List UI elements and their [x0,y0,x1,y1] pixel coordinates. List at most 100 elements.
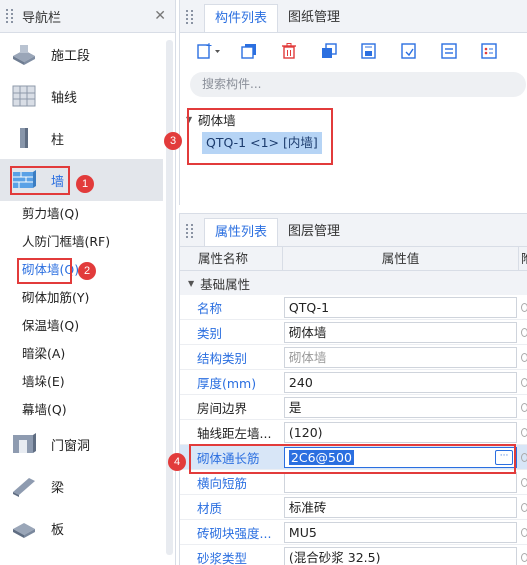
attach-checkbox[interactable] [521,402,527,412]
property-value-input[interactable]: MU5 [283,521,518,543]
axis-grid-icon [11,84,37,108]
attach-checkbox[interactable] [521,327,527,337]
property-group-basic[interactable]: ▼ 基础属性 [180,271,527,295]
delete-icon[interactable] [274,40,304,62]
construction-stage-icon [11,42,37,66]
property-value-input[interactable]: 是 [283,396,518,418]
property-row-axis-offset: 轴线距左墙... (120) [180,420,527,445]
property-value-input[interactable]: (120) [283,421,518,443]
drag-handle-icon[interactable] [6,9,14,23]
property-row-thickness: 厚度(mm) 240 [180,370,527,395]
annotation-box-rebar-row [189,444,516,474]
tab-drawing-management[interactable]: 图纸管理 [278,4,350,32]
column-header-name: 属性名称 [180,247,283,270]
sub-item-hidden-beam[interactable]: 暗梁(A) [22,344,65,364]
nav-item-label: 板 [51,522,65,538]
property-name: 砂浆类型 [197,550,248,565]
property-tabbar: 属性列表 图层管理 [180,214,527,247]
attach-checkbox[interactable] [521,452,527,462]
property-name: 砖砌块强度... [197,525,272,541]
attach-checkbox[interactable] [521,527,527,537]
property-row-structure-category: 结构类别 砌体墙 [180,345,527,370]
collapse-caret-icon[interactable]: ▼ [188,279,194,288]
sub-item-insulation-wall[interactable]: 保温墙(Q) [22,316,79,336]
nav-header: 导航栏 ✕ [0,0,175,33]
component-list-panel: 构件列表 图纸管理 搜索构件... ▼ 砌体墙 QTQ-1 <1> [内墙] [179,0,527,205]
attach-checkbox[interactable] [521,477,527,487]
property-row-material: 材质 标准砖 [180,495,527,520]
component-toolbar [180,33,527,69]
tab-layer-management[interactable]: 图层管理 [278,218,350,246]
tab-component-list[interactable]: 构件列表 [204,4,279,32]
property-row-name: 名称 QTQ-1 [180,295,527,320]
annotation-badge: 3 [164,132,182,150]
property-row-brick-strength: 砖砌块强度... MU5 [180,520,527,545]
nav-title: 导航栏 [22,10,62,26]
property-value-input[interactable] [283,471,518,493]
nav-scrollbar[interactable] [166,40,173,555]
property-name: 轴线距左墙... [197,425,272,441]
layer-copy-icon[interactable] [354,40,384,62]
sub-item-civil-defense-wall[interactable]: 人防门框墙(RF) [22,232,110,252]
property-row-category: 类别 砌体墙 [180,320,527,345]
attach-checkbox[interactable] [521,302,527,312]
sub-item-shear-wall[interactable]: 剪力墙(Q) [22,204,79,224]
nav-item-axis[interactable]: 轴线 [0,75,163,117]
property-value-input[interactable]: QTQ-1 [283,296,518,318]
nav-item-label: 施工段 [51,48,91,64]
properties-icon[interactable] [434,40,464,62]
column-header-attach: 附 [519,247,527,270]
property-name: 名称 [197,300,223,316]
nav-item-label: 梁 [51,480,65,496]
sub-item-curtain-wall[interactable]: 幕墙(Q) [22,400,67,420]
property-value-input[interactable]: 砌体墙 [283,321,518,343]
sub-item-masonry-rebar[interactable]: 砌体加筋(Y) [22,288,89,308]
nav-item-door-window[interactable]: 门窗洞 [0,423,163,465]
copy-icon[interactable] [234,40,264,62]
property-row-room-boundary: 房间边界 是 [180,395,527,420]
duplicate-icon[interactable] [314,40,344,62]
annotation-box-masonry-wall [17,258,72,284]
property-name: 类别 [197,325,223,341]
nav-item-label: 柱 [51,132,65,148]
property-name: 横向短筋 [197,475,248,491]
list-settings-icon[interactable] [474,40,504,62]
attach-checkbox[interactable] [521,377,527,387]
annotation-badge: 1 [76,175,94,193]
nav-item-label: 轴线 [51,90,78,106]
tab-property-list[interactable]: 属性列表 [204,218,279,246]
nav-item-slab[interactable]: 板 [0,507,163,549]
property-panel: 属性列表 图层管理 属性名称 属性值 附 ▼ 基础属性 名称 QTQ-1 类别 … [179,213,527,565]
attach-checkbox[interactable] [521,552,527,562]
annotation-badge: 4 [168,453,186,471]
annotation-box-wall [10,166,70,195]
drag-handle-icon[interactable] [186,224,194,238]
property-value-input[interactable]: 标准砖 [283,496,518,518]
drag-handle-icon[interactable] [186,10,194,24]
new-component-icon[interactable] [194,40,224,62]
property-value-input[interactable]: 砌体墙 [283,346,518,368]
component-tabbar: 构件列表 图纸管理 [180,0,527,33]
group-label: 基础属性 [200,276,251,292]
column-icon [11,126,37,150]
property-name: 材质 [197,500,223,516]
slab-icon [11,516,37,540]
property-value-input[interactable]: (混合砂浆 32.5) [283,546,518,565]
property-table-header: 属性名称 属性值 附 [180,247,527,271]
property-value-input[interactable]: 240 [283,371,518,393]
nav-item-column[interactable]: 柱 [0,117,163,159]
column-header-value: 属性值 [283,247,519,270]
sub-item-wall-pier[interactable]: 墙垛(E) [22,372,65,392]
attach-checkbox[interactable] [521,352,527,362]
attach-checkbox[interactable] [521,427,527,437]
door-window-icon [11,432,37,456]
nav-item-beam[interactable]: 梁 [0,465,163,507]
attach-checkbox[interactable] [521,502,527,512]
nav-item-construction-stage[interactable]: 施工段 [0,33,163,75]
property-name: 厚度(mm) [197,375,257,391]
search-input[interactable]: 搜索构件... [190,72,526,97]
annotation-box-component-tree [187,108,333,165]
annotation-badge: 2 [78,262,96,280]
close-icon[interactable]: ✕ [154,8,166,24]
floor-copy-icon[interactable] [394,40,424,62]
